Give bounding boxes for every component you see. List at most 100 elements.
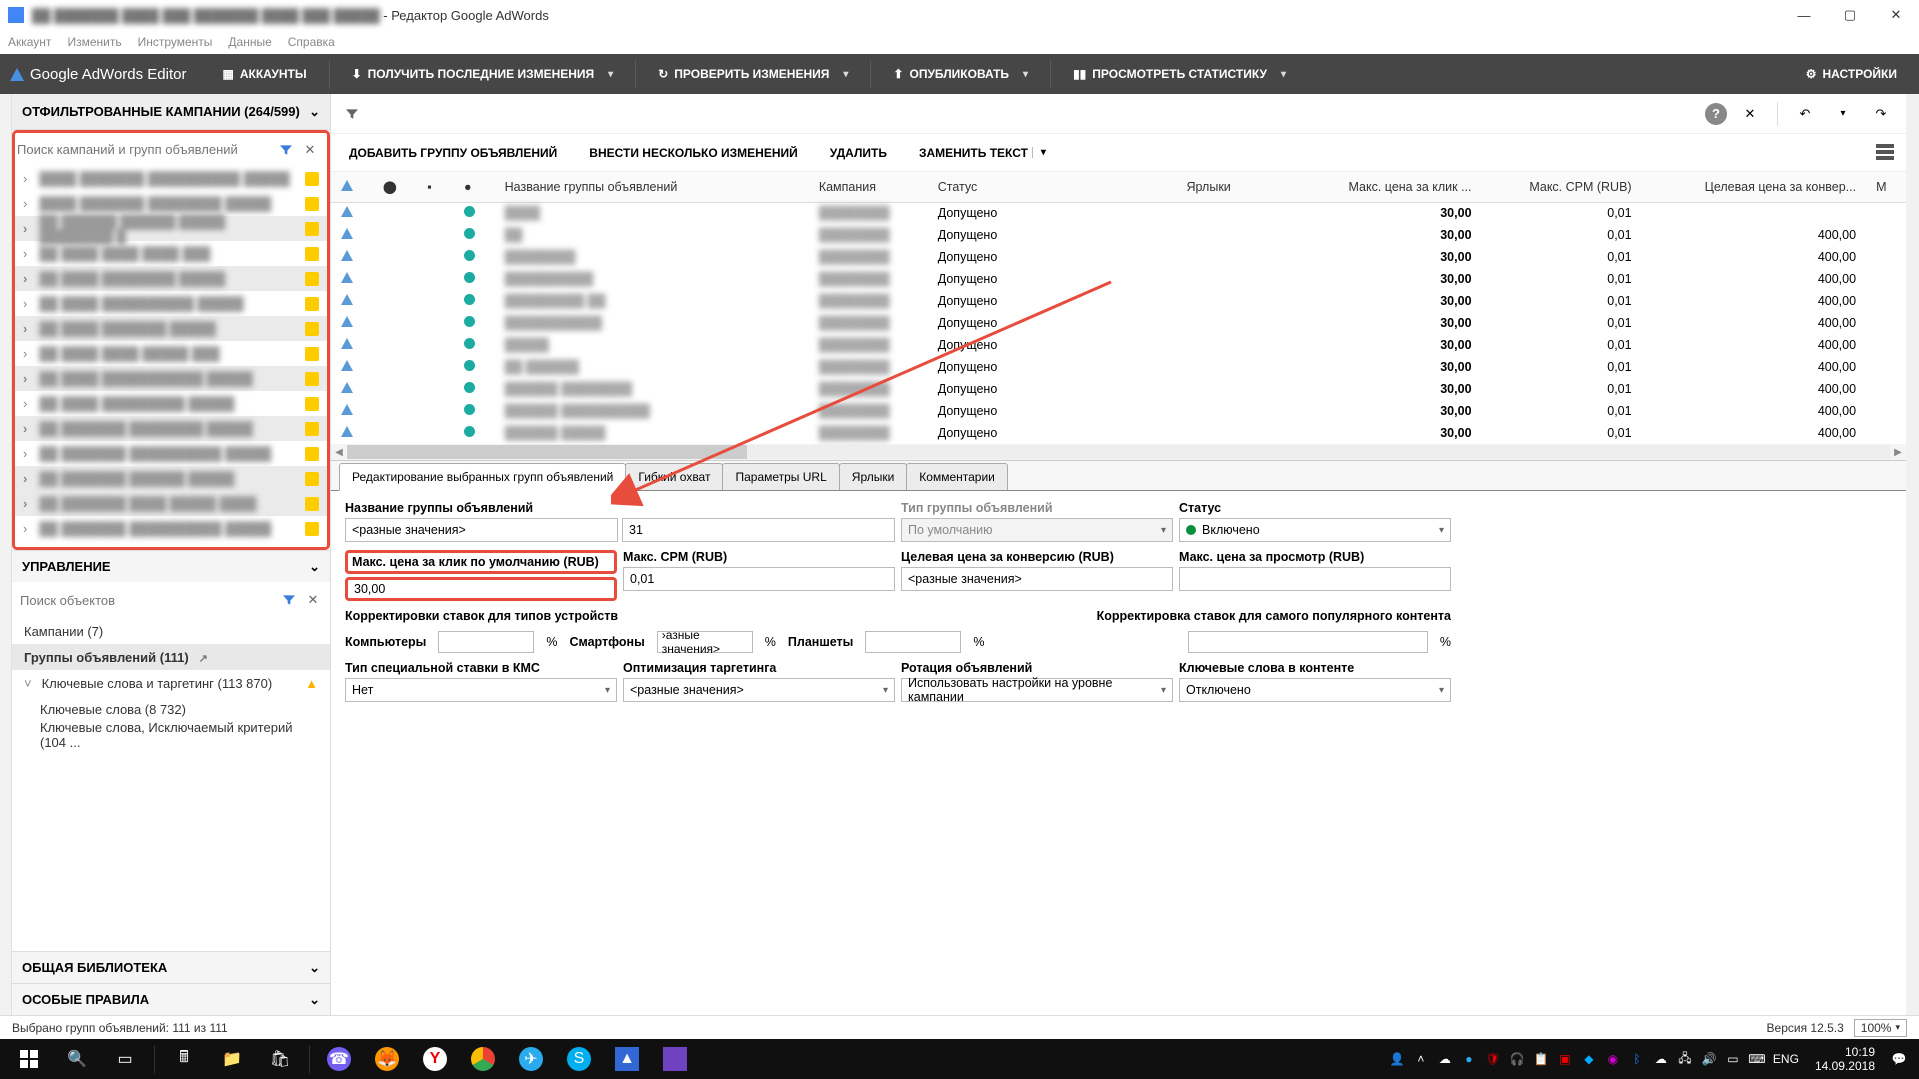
input-max-cpv[interactable] [1179, 567, 1451, 591]
campaign-row[interactable]: ██ ███████ ██████ █████ [15, 466, 327, 491]
right-scrollbar[interactable] [1906, 94, 1919, 1015]
antivirus-icon[interactable]: ▣ [1557, 1051, 1573, 1067]
input-content-adj[interactable] [1188, 631, 1428, 653]
campaign-row[interactable]: ██ ███████ ████████ █████ [15, 416, 327, 441]
yandex-icon[interactable]: Y [412, 1039, 458, 1079]
tab-labels[interactable]: Ярлыки [839, 463, 908, 490]
redo-button[interactable]: ↷ [1866, 99, 1896, 129]
window-maximize-button[interactable]: ▢ [1827, 0, 1873, 30]
table-row[interactable]: █████████████Допущено30,000,01400,00 [331, 334, 1906, 356]
select-targeting-opt[interactable]: <разные значения> [623, 678, 895, 702]
tab-url-params[interactable]: Параметры URL [722, 463, 839, 490]
object-search-input[interactable] [20, 587, 274, 613]
campaign-search-input[interactable] [17, 137, 271, 163]
col-cpc[interactable]: Макс. цена за клик ... [1294, 172, 1481, 202]
select-rotation[interactable]: Использовать настройки на уровне кампани… [901, 678, 1173, 702]
telegram-icon[interactable]: ✈ [508, 1039, 554, 1079]
funnel-icon[interactable] [341, 103, 363, 125]
campaign-row[interactable]: ██ ████ ████ █████ ███ [15, 341, 327, 366]
tree-keywords-targeting[interactable]: Ключевые слова и таргетинг (113 870)▲ [12, 670, 330, 696]
clear-search-icon[interactable]: ✕ [304, 591, 322, 609]
security-icon[interactable]: 🛡 [1485, 1051, 1501, 1067]
help-button[interactable]: ? [1705, 103, 1727, 125]
view-stats-button[interactable]: ▮▮ ПРОСМОТРЕТЬ СТАТИСТИКУ [1061, 56, 1298, 92]
file-explorer-icon[interactable]: 📁 [209, 1039, 255, 1079]
people-icon[interactable]: 👤 [1389, 1051, 1405, 1067]
start-button[interactable] [6, 1039, 52, 1079]
chrome-icon[interactable] [460, 1039, 506, 1079]
tab-comments[interactable]: Комментарии [906, 463, 1008, 490]
delete-button[interactable]: УДАЛИТЬ [824, 140, 893, 166]
input-default-cpc[interactable]: 30,00 [345, 577, 617, 601]
clipx-icon[interactable]: 📋 [1533, 1051, 1549, 1067]
filter-icon[interactable] [280, 591, 298, 609]
app2-icon[interactable]: ◆ [1581, 1051, 1597, 1067]
viber-icon[interactable]: ☎ [316, 1039, 362, 1079]
close-filter-icon[interactable]: ✕ [1735, 99, 1765, 129]
skype-icon[interactable]: S [556, 1039, 602, 1079]
table-row[interactable]: ██████ ████████████████Допущено30,000,01… [331, 378, 1906, 400]
bluetooth-icon[interactable]: ᛒ [1629, 1051, 1645, 1067]
fetch-changes-button[interactable]: ⬇ ПОЛУЧИТЬ ПОСЛЕДНИЕ ИЗМЕНЕНИЯ [340, 56, 626, 92]
settings-button[interactable]: ⚙ НАСТРОЙКИ [1794, 56, 1909, 92]
undo-dropdown-icon[interactable]: ▾ [1828, 99, 1858, 129]
select-kw-content[interactable]: Отключено [1179, 678, 1451, 702]
replace-text-button[interactable]: ЗАМЕНИТЬ ТЕКСТ▾ [913, 140, 1052, 166]
col-enabled-icon[interactable]: ● [454, 172, 495, 202]
table-row[interactable]: █████████ ██████████Допущено30,000,01400… [331, 290, 1906, 312]
campaign-row[interactable]: ██ ███████ ██████████ █████ [15, 516, 327, 541]
input-adgroup-count[interactable]: 31 [622, 518, 895, 542]
notifications-icon[interactable]: 💬 [1891, 1051, 1907, 1067]
input-phones[interactable]: ›азные значения> [657, 631, 753, 653]
select-adgroup-type[interactable]: По умолчанию [901, 518, 1173, 542]
zoom-selector[interactable]: 100% [1854, 1019, 1907, 1037]
tree-adgroups[interactable]: Группы объявлений (111) [12, 644, 330, 670]
publish-button[interactable]: ⬆ ОПУБЛИКОВАТЬ [881, 56, 1040, 92]
tab-flex-reach[interactable]: Гибкий охват [625, 463, 723, 490]
campaign-row[interactable]: ██ ████ ██████████ █████ [15, 291, 327, 316]
menu-tools[interactable]: Инструменты [138, 35, 213, 49]
window-minimize-button[interactable]: — [1781, 0, 1827, 30]
input-max-cpm[interactable]: 0,01 [623, 567, 895, 591]
col-campaign[interactable]: Кампания [809, 172, 928, 202]
language-indicator[interactable]: ENG [1773, 1052, 1799, 1066]
col-labels[interactable]: Ярлыки [1176, 172, 1294, 202]
tree-campaigns[interactable]: Кампании (7) [12, 618, 330, 644]
campaign-row[interactable]: ██ ████ █████████ █████ [15, 391, 327, 416]
keyboard-icon[interactable]: ⌨ [1749, 1051, 1765, 1067]
shared-library-header[interactable]: ОБЩАЯ БИБЛИОТЕКА [12, 951, 330, 983]
col-m[interactable]: М [1866, 172, 1906, 202]
app-tray-icon[interactable]: ● [1461, 1051, 1477, 1067]
app3-icon[interactable]: ◉ [1605, 1051, 1621, 1067]
window-close-button[interactable]: ✕ [1873, 0, 1919, 30]
onedrive-icon[interactable]: ☁ [1437, 1051, 1453, 1067]
col-status[interactable]: Статус [928, 172, 1177, 202]
app-taskbar-icon[interactable] [652, 1039, 698, 1079]
search-icon[interactable]: 🔍 [54, 1039, 100, 1079]
tab-edit-adgroups[interactable]: Редактирование выбранных групп объявлени… [339, 463, 626, 491]
menu-account[interactable]: Аккаунт [8, 35, 51, 49]
filtered-campaigns-header[interactable]: ОТФИЛЬТРОВАННЫЕ КАМПАНИИ (264/599) [12, 94, 330, 130]
campaign-tree[interactable]: ████ ███████ ██████████ █████████ ██████… [12, 166, 330, 550]
management-section-header[interactable]: УПРАВЛЕНИЕ [12, 550, 330, 582]
campaign-row[interactable]: ██ ███████ ████ █████ ████ [15, 491, 327, 516]
col-error-icon[interactable]: ⬤ [373, 172, 418, 202]
undo-button[interactable]: ↶ [1790, 99, 1820, 129]
tree-negative-keywords[interactable]: Ключевые слова, Исключаемый критерий (10… [12, 722, 330, 748]
campaign-row[interactable]: ██ ████ ████ ████ ███ [15, 241, 327, 266]
network-icon[interactable]: 🖧 [1677, 1051, 1693, 1067]
col-status-icon[interactable] [331, 172, 373, 202]
table-row[interactable]: ██████████Допущено30,000,01400,00 [331, 224, 1906, 246]
check-changes-button[interactable]: ↻ ПРОВЕРИТЬ ИЗМЕНЕНИЯ [646, 56, 860, 92]
select-status[interactable]: Включено [1179, 518, 1451, 542]
task-view-icon[interactable]: ▭ [102, 1039, 148, 1079]
tree-keywords[interactable]: Ключевые слова (8 732) [12, 696, 330, 722]
onedrive2-icon[interactable]: ☁ [1653, 1051, 1669, 1067]
menu-edit[interactable]: Изменить [67, 35, 121, 49]
adwords-taskbar-icon[interactable]: ▲ [604, 1039, 650, 1079]
select-kms-type[interactable]: Нет [345, 678, 617, 702]
col-comment-icon[interactable]: ▪ [417, 172, 454, 202]
input-adgroup-name[interactable]: <разные значения> [345, 518, 618, 542]
accounts-button[interactable]: ▦ АККАУНТЫ [210, 56, 318, 92]
clear-search-icon[interactable]: ✕ [301, 141, 319, 159]
